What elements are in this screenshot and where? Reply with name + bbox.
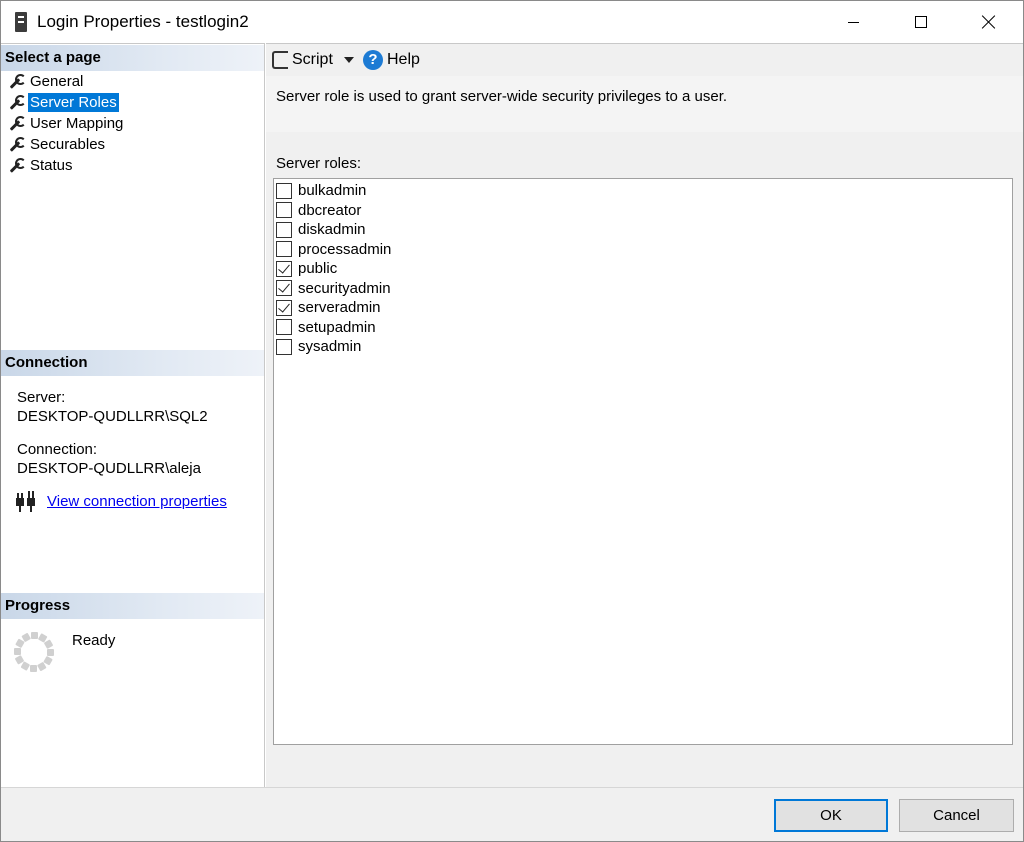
role-row-serveradmin[interactable]: serveradmin: [276, 298, 381, 318]
role-label: setupadmin: [298, 318, 376, 336]
progress-header: Progress: [1, 593, 264, 619]
wrench-icon: [8, 115, 26, 132]
role-row-sysadmin[interactable]: sysadmin: [276, 337, 361, 357]
window-title: Login Properties - testlogin2: [37, 12, 249, 31]
role-checkbox[interactable]: [276, 241, 292, 258]
description-area: Server role is used to grant server-wide…: [266, 76, 1023, 132]
close-icon: [982, 15, 996, 29]
connection-label: Connection:: [17, 441, 98, 458]
role-checkbox[interactable]: [276, 299, 292, 316]
role-row-diskadmin[interactable]: diskadmin: [276, 220, 366, 240]
role-checkbox[interactable]: [276, 182, 292, 199]
role-checkbox[interactable]: [276, 260, 292, 277]
role-label: sysadmin: [298, 338, 362, 356]
page-item-server-roles[interactable]: Server Roles: [1, 92, 264, 113]
wrench-icon: [8, 73, 26, 90]
wrench-icon: [8, 94, 26, 111]
server-roles-label: Server roles:: [276, 155, 362, 172]
server-roles-page: Server role is used to grant server-wide…: [266, 76, 1023, 788]
page-item-label: Server Roles: [28, 93, 119, 112]
role-checkbox[interactable]: [276, 338, 292, 355]
role-row-bulkadmin[interactable]: bulkadmin: [276, 181, 366, 201]
help-icon: ?: [363, 50, 383, 70]
role-label: dbcreator: [298, 201, 362, 219]
page-item-label: User Mapping: [30, 115, 124, 132]
minimize-button[interactable]: [819, 1, 887, 43]
toolbar: Script ? Help: [266, 44, 1023, 76]
server-icon: [15, 12, 27, 32]
role-label: securityadmin: [298, 279, 391, 297]
role-label: public: [298, 260, 338, 278]
login-properties-window: Login Properties - testlogin2 Select a p…: [0, 0, 1024, 842]
wrench-icon: [8, 136, 26, 153]
page-description: Server role is used to grant server-wide…: [276, 88, 728, 105]
dialog-footer: OK Cancel: [1, 787, 1023, 841]
script-label: Script: [292, 51, 333, 68]
progress-spinner-icon: [14, 632, 54, 672]
right-pane: Script ? Help Server role is used to gra…: [266, 43, 1023, 788]
role-row-setupadmin[interactable]: setupadmin: [276, 318, 376, 338]
page-item-label: Status: [30, 157, 73, 174]
script-icon: [272, 51, 288, 69]
maximize-button[interactable]: [887, 1, 955, 43]
select-page-header: Select a page: [1, 45, 264, 71]
connection-value: DESKTOP-QUDLLRR\aleja: [17, 460, 201, 477]
page-item-user-mapping[interactable]: User Mapping: [1, 113, 264, 134]
role-label: bulkadmin: [298, 182, 367, 200]
page-item-label: Securables: [30, 136, 106, 153]
title-bar: Login Properties - testlogin2: [1, 1, 1023, 43]
script-dropdown-arrow-icon[interactable]: [344, 57, 354, 63]
role-row-public[interactable]: public: [276, 259, 337, 279]
server-label: Server:: [17, 389, 66, 406]
left-pane: Select a page General Server Roles User …: [1, 43, 265, 787]
wrench-icon: [8, 157, 26, 174]
role-row-dbcreator[interactable]: dbcreator: [276, 201, 361, 221]
role-label: serveradmin: [298, 299, 381, 317]
role-label: processadmin: [298, 240, 392, 258]
progress-status: Ready: [72, 632, 116, 649]
page-item-general[interactable]: General: [1, 71, 264, 92]
page-item-label: General: [30, 73, 84, 90]
ok-button[interactable]: OK: [774, 799, 888, 832]
role-label: diskadmin: [298, 221, 366, 239]
role-row-processadmin[interactable]: processadmin: [276, 240, 391, 260]
role-checkbox[interactable]: [276, 202, 292, 219]
connection-header: Connection: [1, 350, 264, 376]
page-item-status[interactable]: Status: [1, 155, 264, 176]
server-value: DESKTOP-QUDLLRR\SQL2: [17, 408, 208, 425]
server-roles-list[interactable]: bulkadmin dbcreator diskadmin processadmin p…: [273, 178, 1013, 745]
view-connection-properties-link[interactable]: View connection properties: [47, 493, 227, 510]
role-checkbox[interactable]: [276, 221, 292, 238]
page-list: General Server Roles User Mapping Secura…: [1, 71, 264, 176]
maximize-icon: [915, 16, 927, 28]
minimize-icon: [847, 21, 859, 23]
role-row-securityadmin[interactable]: securityadmin: [276, 279, 391, 299]
role-checkbox[interactable]: [276, 280, 292, 297]
help-label: Help: [387, 51, 420, 68]
role-checkbox[interactable]: [276, 319, 292, 336]
plug-icon: [14, 491, 38, 513]
cancel-button[interactable]: Cancel: [899, 799, 1014, 832]
page-item-securables[interactable]: Securables: [1, 134, 264, 155]
connection-info: Server: DESKTOP-QUDLLRR\SQL2 Connection:…: [17, 388, 208, 478]
close-button[interactable]: [955, 1, 1023, 43]
